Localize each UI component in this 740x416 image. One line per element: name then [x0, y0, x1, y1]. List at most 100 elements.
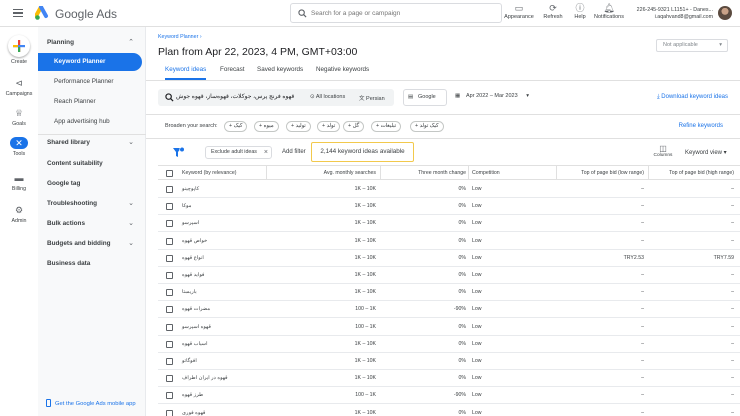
keyword-search-bar[interactable]: قهوه فرنچ پرس، جوکلات، قهوه‌ساز، قهوه جو…: [158, 89, 394, 106]
nav-item-keyword-planner[interactable]: Keyword Planner: [38, 53, 142, 71]
google-ads-logo[interactable]: [35, 6, 51, 21]
nav-group-bulk-actions[interactable]: Bulk actions ⌄: [38, 215, 146, 233]
cell-competition: Low: [472, 203, 482, 210]
table-row[interactable]: باریستا 1K – 10K 0% Low – –: [158, 284, 740, 302]
cell-keyword: افوگاتو: [182, 358, 197, 364]
table-row[interactable]: قهوه در ایران اطراف 1K – 10K 0% Low – –: [158, 370, 740, 388]
row-checkbox[interactable]: [166, 289, 173, 297]
cell-keyword: کاپوچینو: [182, 186, 200, 192]
rail-admin[interactable]: ⚙ Admin: [0, 204, 38, 224]
language-filter[interactable]: 文 Persian: [359, 94, 385, 102]
column-header-competition[interactable]: Competition: [472, 166, 500, 181]
cell-low: –: [641, 186, 644, 192]
tab-saved-keywords[interactable]: Saved keywords: [257, 66, 303, 80]
nav-group-google-tag[interactable]: Google tag: [38, 175, 146, 193]
nav-item-performance-planner[interactable]: Performance Planner: [38, 73, 146, 91]
seed-keywords[interactable]: قهوه فرنچ پرس، جوکلات، قهوه‌ساز، قهوه جو…: [176, 93, 294, 100]
column-header-three-month-change[interactable]: Three month change: [382, 166, 466, 181]
table-row[interactable]: مضرات قهوه 100 – 1K -90% Low – –: [158, 301, 740, 319]
column-header-bid-low[interactable]: Top of page bid (low range): [558, 166, 644, 181]
not-applicable-select[interactable]: Not applicable ▾: [656, 39, 728, 52]
add-filter-button[interactable]: Add filter: [282, 149, 306, 155]
table-row[interactable]: انواع قهوه 1K – 10K 0% Low TRY2.53 TRY7.59: [158, 250, 740, 267]
row-checkbox[interactable]: [166, 323, 173, 331]
cell-high: –: [731, 237, 734, 244]
nav-group-troubleshooting[interactable]: Troubleshooting ⌄: [38, 195, 146, 213]
search-box[interactable]: [290, 3, 502, 23]
tab-negative-keywords[interactable]: Negative keywords: [316, 66, 369, 80]
table-row[interactable]: طرز قهوه 100 – 1K -90% Low – –: [158, 387, 740, 405]
rail-tools[interactable]: ✕ Tools: [0, 137, 38, 157]
rail-goals[interactable]: ♕ Goals: [0, 107, 38, 127]
table-row[interactable]: خواص قهوه 1K – 10K 0% Low – –: [158, 233, 740, 250]
select-all-checkbox[interactable]: [166, 169, 173, 177]
keyword-view-select[interactable]: Keyword view ▾: [685, 149, 727, 156]
broaden-chip[interactable]: + تبلیغات: [371, 121, 402, 132]
keyword-ideas-count: 2,144 keyword ideas available: [311, 142, 414, 162]
nav-group-business-data[interactable]: Business data: [38, 255, 146, 273]
nav-group-shared-library[interactable]: Shared library ⌄: [38, 134, 146, 152]
tab-keyword-ideas[interactable]: Keyword ideas: [165, 66, 207, 80]
broaden-chip[interactable]: + تولد: [317, 121, 341, 132]
avatar[interactable]: [718, 6, 732, 20]
table-row[interactable]: اسیاب قهوه 1K – 10K 0% Low – –: [158, 336, 740, 353]
table-row[interactable]: موکا 1K – 10K 0% Low – –: [158, 198, 740, 216]
row-checkbox[interactable]: [166, 358, 173, 365]
row-checkbox[interactable]: [166, 203, 173, 211]
table-row[interactable]: افوگاتو 1K – 10K 0% Low – –: [158, 353, 740, 370]
bell-icon: 🔔︎: [603, 3, 615, 13]
row-checkbox[interactable]: [166, 254, 173, 262]
nav-group-budgets-and-bidding[interactable]: Budgets and bidding ⌄: [38, 235, 146, 253]
exclude-adult-ideas-chip[interactable]: Exclude adult ideas ×: [205, 146, 272, 159]
nav-group-content-suitability[interactable]: Content suitability: [38, 155, 146, 173]
appearance-button[interactable]: ▭ Appearance: [502, 3, 536, 20]
row-checkbox[interactable]: [166, 186, 173, 193]
cell-keyword: قهوه در ایران اطراف: [182, 375, 228, 382]
row-checkbox[interactable]: [166, 306, 173, 314]
row-checkbox[interactable]: [166, 220, 173, 228]
cell-low: –: [641, 392, 644, 399]
column-header-keyword[interactable]: Keyword (by relevance): [182, 166, 237, 181]
table-row[interactable]: اسپرسو 1K – 10K 0% Low – –: [158, 215, 740, 233]
notifications-button[interactable]: 🔔︎ Notifications: [592, 3, 626, 20]
broaden-chip[interactable]: + کیک: [224, 121, 248, 132]
rail-create[interactable]: Create: [0, 35, 38, 65]
row-checkbox[interactable]: [166, 409, 173, 416]
row-checkbox[interactable]: [166, 392, 173, 400]
rail-campaigns[interactable]: ⊲ Campaigns: [0, 77, 38, 97]
tab-forecast[interactable]: Forecast: [220, 66, 245, 80]
table-row[interactable]: قهوه فوری 1K – 10K 0% Low – –: [158, 405, 740, 416]
broaden-chip[interactable]: + میوه: [254, 121, 279, 132]
hamburger-menu-icon[interactable]: [13, 9, 23, 17]
date-range-filter[interactable]: ▦ Apr 2022 – Mar 2023 ▾: [452, 89, 532, 106]
account-info[interactable]: 226-245-9321 L1151+ - Danes... i.aqahvan…: [637, 7, 713, 21]
broaden-chip[interactable]: + گل: [343, 121, 365, 132]
column-header-avg-searches[interactable]: Avg. monthly searches: [268, 166, 376, 181]
filter-icon[interactable]: [172, 147, 184, 158]
row-checkbox[interactable]: [166, 272, 173, 279]
cell-high: –: [731, 323, 734, 330]
network-filter[interactable]: ▤ Google: [403, 89, 447, 106]
row-checkbox[interactable]: [166, 340, 173, 348]
nav-item-reach-planner[interactable]: Reach Planner: [38, 93, 146, 111]
table-row[interactable]: قهوه اسپرسو 100 – 1K 0% Low – –: [158, 319, 740, 336]
mobile-app-link[interactable]: Get the Google Ads mobile app: [46, 399, 136, 407]
column-header-bid-high[interactable]: Top of page bid (high range): [650, 166, 734, 181]
refine-keywords-link[interactable]: Refine keywords: [679, 123, 723, 129]
columns-button[interactable]: ◫ Columns: [650, 144, 676, 158]
broaden-chip[interactable]: + کیک تولد: [410, 121, 444, 132]
broaden-chip[interactable]: + تولید: [286, 121, 311, 132]
rail-billing[interactable]: ▬ Billing: [0, 172, 38, 192]
row-checkbox[interactable]: [166, 237, 173, 245]
nav-group-planning[interactable]: Planning ⌃: [38, 34, 146, 52]
table-row[interactable]: فواید قهوه 1K – 10K 0% Low – –: [158, 267, 740, 284]
location-filter[interactable]: ⊙ All locations: [310, 94, 345, 100]
table-row[interactable]: کاپوچینو 1K – 10K 0% Low – –: [158, 181, 740, 198]
close-icon[interactable]: ×: [264, 147, 268, 158]
nav-item-app-advertising-hub[interactable]: App advertising hub: [38, 113, 146, 131]
download-keyword-ideas-link[interactable]: ⤓ Download keyword ideas: [657, 94, 728, 101]
cell-low: –: [641, 358, 644, 364]
row-checkbox[interactable]: [166, 375, 173, 383]
breadcrumb[interactable]: Keyword Planner ›: [158, 34, 202, 40]
search-input[interactable]: [311, 7, 496, 20]
